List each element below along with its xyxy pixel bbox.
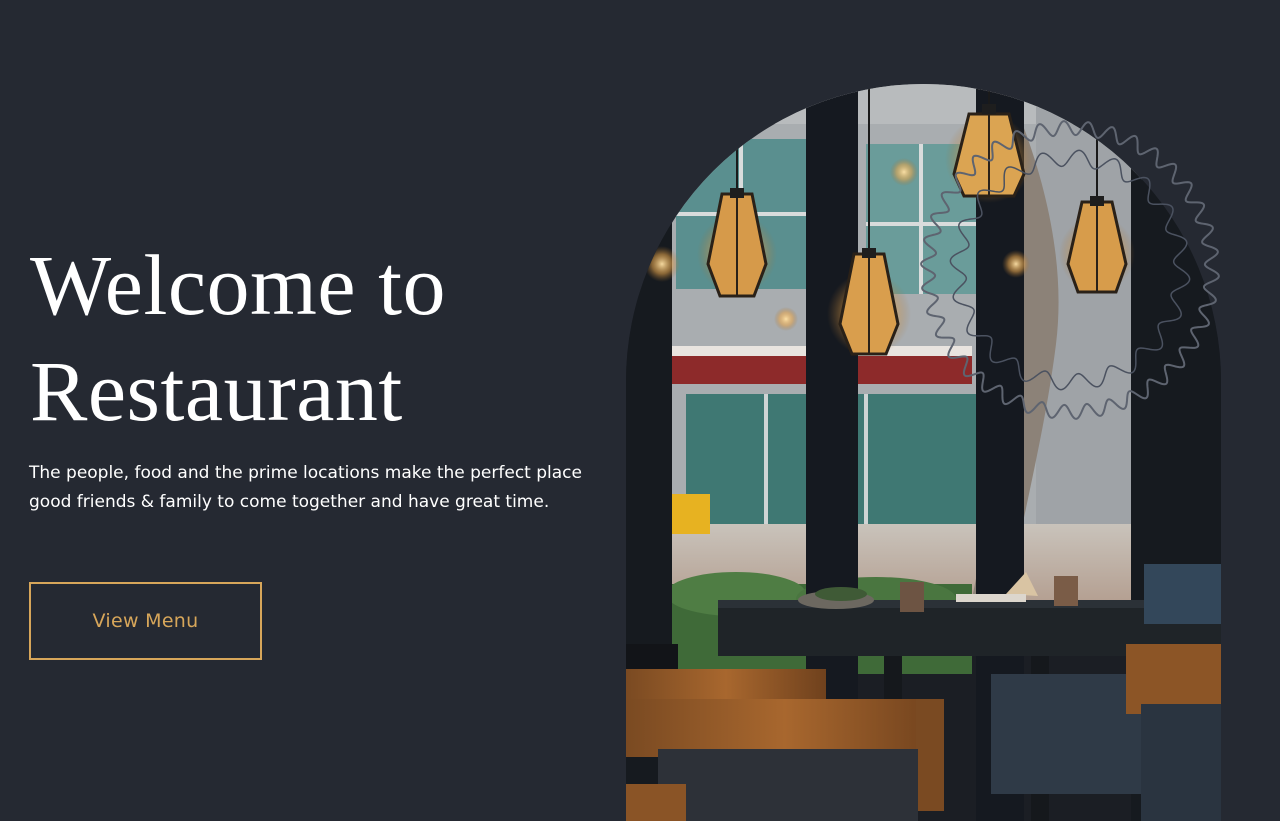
hero-subtitle-line-1: The people, food and the prime locations… bbox=[29, 463, 582, 483]
hero-subtitle: The people, food and the prime locations… bbox=[29, 459, 629, 517]
hero-title-line-2: Restaurant bbox=[30, 343, 403, 439]
hero-section: Welcome to Restaurant The people, food a… bbox=[0, 0, 1280, 821]
hero-subtitle-line-2: good friends & family to come together a… bbox=[29, 492, 550, 512]
restaurant-photo bbox=[626, 84, 1221, 821]
view-menu-button[interactable]: View Menu bbox=[29, 582, 262, 660]
hero-title: Welcome to Restaurant bbox=[30, 232, 590, 444]
restaurant-photo-illustration bbox=[626, 84, 1221, 821]
hero-title-line-1: Welcome to bbox=[30, 237, 446, 333]
